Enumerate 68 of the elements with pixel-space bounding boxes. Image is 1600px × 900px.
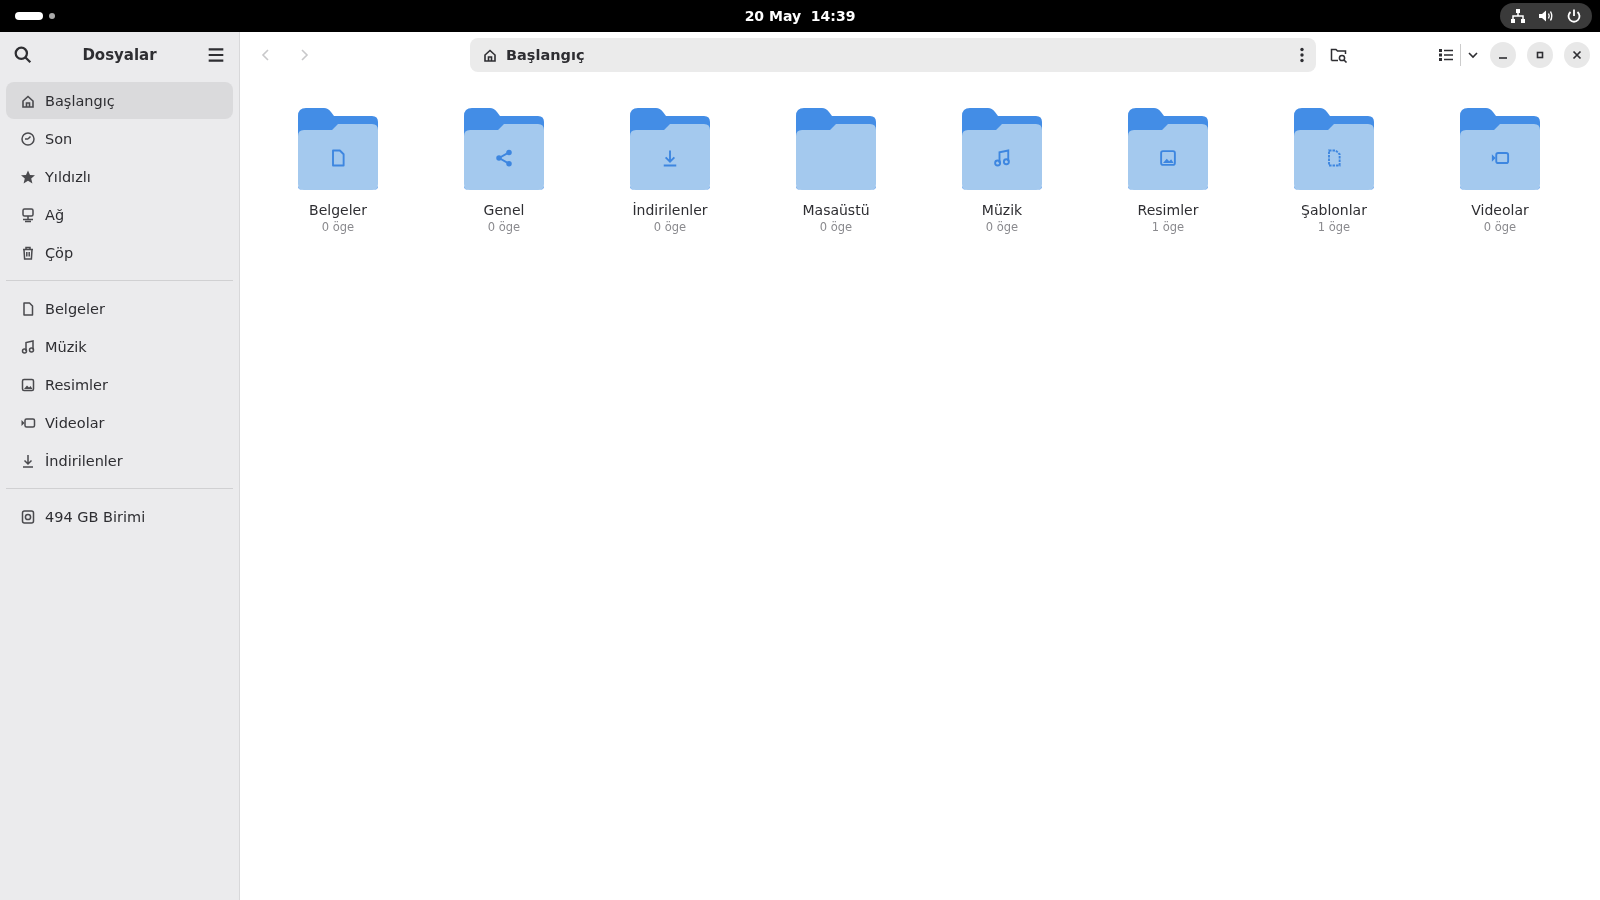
caret-down-icon[interactable] [1467, 49, 1479, 61]
sidebar-item[interactable]: Başlangıç [6, 82, 233, 119]
clock[interactable]: 20 May 14:39 [744, 8, 856, 24]
trash-icon [20, 244, 36, 261]
folder-name: Videolar [1471, 202, 1529, 218]
item-count: 0 öge [487, 220, 521, 234]
folder-icon[interactable] [630, 108, 710, 190]
item-count: 0 öge [321, 220, 355, 234]
folder-name: Genel [483, 202, 525, 218]
home-icon [482, 47, 498, 63]
item-count: 0 öge [985, 220, 1019, 234]
path-location: Başlangıç [506, 47, 586, 63]
menu-icon[interactable] [207, 46, 225, 64]
clock-icon [20, 130, 36, 147]
sidebar-item[interactable]: Videolar [6, 404, 233, 441]
item-count: 0 öge [819, 220, 853, 234]
power-icon [1566, 8, 1582, 24]
sidebar-item[interactable]: Belgeler [6, 290, 233, 327]
download-icon [20, 452, 36, 469]
sidebar-item[interactable]: Son [6, 120, 233, 157]
folder-icon[interactable] [1460, 108, 1540, 190]
folder-search-icon[interactable] [1330, 47, 1348, 63]
network-icon [20, 206, 36, 223]
more-options-icon[interactable] [1300, 47, 1304, 63]
image-icon [1158, 148, 1178, 168]
folder-icon[interactable] [1128, 108, 1208, 190]
sidebar-item[interactable]: Müzik [6, 328, 233, 365]
drive-icon [20, 508, 36, 525]
workspace-indicator[interactable] [15, 12, 55, 20]
sidebar-item[interactable]: İndirilenler [6, 442, 233, 479]
music-note-icon [992, 148, 1012, 168]
document-icon [20, 300, 36, 317]
folder-name: Şablonlar [1301, 202, 1367, 218]
share-icon [494, 148, 514, 168]
volume-icon [1538, 8, 1554, 24]
wired-network-icon [1510, 8, 1526, 24]
list-view-icon[interactable] [1438, 47, 1454, 63]
system-menu[interactable] [1500, 3, 1592, 29]
maximize-button[interactable] [1527, 42, 1553, 68]
folder-icon[interactable] [962, 108, 1042, 190]
sidebar-item[interactable]: 494 GB Birimi [6, 498, 233, 535]
image-icon [20, 376, 36, 393]
close-icon [1572, 50, 1582, 60]
folder-icon[interactable] [464, 108, 544, 190]
app-title: Dosyalar [82, 46, 157, 64]
item-count: 1 öge [1317, 220, 1351, 234]
minimize-button[interactable] [1490, 42, 1516, 68]
minimize-icon [1499, 57, 1507, 59]
path-bar[interactable]: Başlangıç [470, 38, 1316, 72]
sidebar-item[interactable]: Çöp [6, 234, 233, 271]
folder-name: Resimler [1137, 202, 1199, 218]
search-icon[interactable] [14, 46, 32, 64]
folder-name: Müzik [981, 202, 1023, 218]
close-button[interactable] [1564, 42, 1590, 68]
sidebar-item[interactable]: Yıldızlı [6, 158, 233, 195]
maximize-icon [1535, 50, 1545, 60]
folder-name: Belgeler [309, 202, 367, 218]
folder-name: Masaüstü [802, 202, 870, 218]
folder-icon[interactable] [298, 108, 378, 190]
item-count: 0 öge [653, 220, 687, 234]
music-note-icon [20, 338, 36, 355]
folder-name: İndirilenler [632, 202, 708, 218]
item-count: 0 öge [1483, 220, 1517, 234]
sidebar-item[interactable]: Resimler [6, 366, 233, 403]
item-count: 1 öge [1151, 220, 1185, 234]
sidebar-item[interactable]: Ağ [6, 196, 233, 233]
folder-icon[interactable] [796, 108, 876, 190]
folder-icon[interactable] [1294, 108, 1374, 190]
